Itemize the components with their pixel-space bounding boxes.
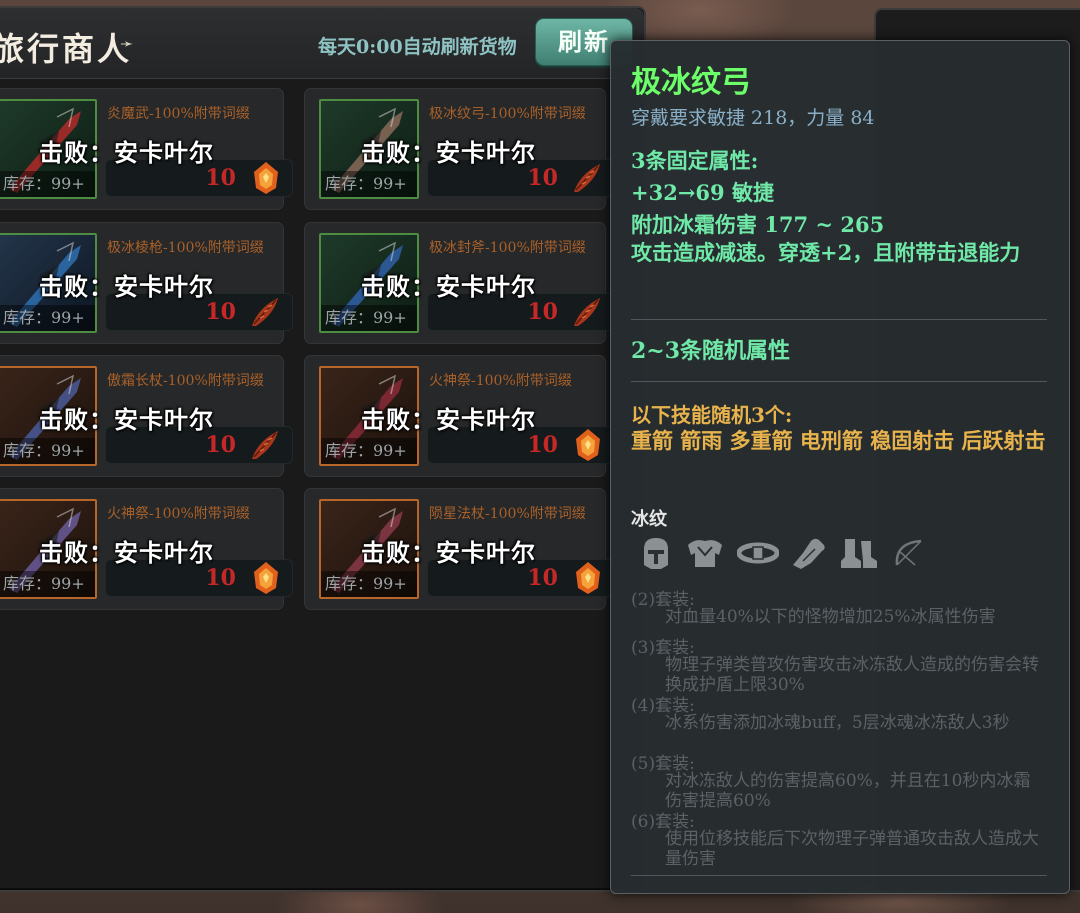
item-name: 极冰纹弓-100%附带词缀	[429, 106, 586, 122]
item-stock: 库存：99+	[0, 438, 95, 464]
item-price: 10	[527, 565, 558, 591]
item-name: 傲霜长杖-100%附带词缀	[107, 373, 264, 389]
fire-gem-icon	[576, 429, 600, 461]
tooltip-item-name: 极冰纹弓	[631, 65, 751, 100]
unlock-condition: 击败：安卡叶尔	[361, 272, 536, 301]
item-stock: 库存：99+	[0, 171, 95, 197]
set-bonus-desc: 对血量40%以下的怪物增加25%冰属性伤害	[665, 607, 996, 627]
random-attr-header: 2~3条随机属性	[631, 338, 791, 364]
item-name: 陨星法杖-100%附带词缀	[429, 506, 586, 522]
item-price: 10	[205, 299, 236, 325]
item-tooltip: 极冰纹弓 穿戴要求敏捷 218，力量 84 3条固定属性: +32→69 敏捷 …	[610, 40, 1070, 894]
item-name: 火神祭-100%附带词缀	[429, 373, 572, 389]
item-price: 10	[205, 565, 236, 591]
red-feather-icon	[252, 298, 278, 326]
set-bonus-desc: 物理子弹类普攻伤害攻击冰冻敌人造成的伤害会转换成护盾上限30%	[665, 655, 1039, 695]
red-feather-icon	[574, 298, 600, 326]
set-bonus-desc: 使用位移技能后下次物理子弹普通攻击敌人造成大量伤害	[665, 829, 1039, 869]
item-stock: 库存：99+	[321, 438, 417, 464]
item-name: 极冰封斧-100%附带词缀	[429, 240, 586, 256]
helmet-icon	[644, 538, 668, 569]
unlock-condition: 击败：安卡叶尔	[39, 272, 214, 301]
unlock-condition: 击败：安卡叶尔	[39, 405, 214, 434]
fixed-attr-3: 攻击造成减速。穿透+2，且附带击退能力	[631, 240, 1021, 265]
set-bonus-desc: 对冰冻敌人的伤害提高60%，并且在10秒内冰霜伤害提高60%	[665, 771, 1031, 811]
fixed-attr-2: 附加冰霜伤害 177 ~ 265	[631, 212, 885, 237]
fixed-attr-1: +32→69 敏捷	[631, 180, 774, 205]
refresh-note: 每天0:00自动刷新货物	[318, 36, 517, 58]
belt-icon	[737, 542, 779, 564]
shop-item-card[interactable]: 库存：99+ 火神祭-100%附带词缀 10 击败：安卡叶尔	[304, 355, 615, 477]
shop-title: 旅行商人	[0, 30, 133, 68]
fire-gem-icon	[576, 562, 600, 594]
glove-icon	[793, 538, 825, 569]
skills-list: 重箭 箭雨 多重箭 电刑箭 稳固射击 后跃射击	[631, 428, 1046, 453]
unlock-condition: 击败：安卡叶尔	[361, 405, 536, 434]
item-stock: 库存：99+	[0, 571, 95, 597]
set-bonus-desc: 冰系伤害添加冰魂buff，5层冰魂冰冻敌人3秒	[665, 713, 1010, 733]
fixed-attr-header: 3条固定属性:	[631, 148, 759, 173]
set-name: 冰纹	[631, 509, 667, 530]
shop-item-card[interactable]: 库存：99+ 傲霜长杖-100%附带词缀 10 击败：安卡叶尔	[0, 355, 293, 477]
shop-item-card[interactable]: 库存：99+ 炎魔武-100%附带词缀 10 击败：安卡叶尔	[0, 88, 293, 210]
item-stock: 库存：99+	[0, 305, 95, 331]
item-price: 10	[527, 432, 558, 458]
fire-gem-icon	[254, 562, 278, 594]
item-price: 10	[527, 165, 558, 191]
shop-header: 旅行商人 ➛ 每天0:00自动刷新货物 刷新	[0, 8, 644, 79]
skills-header: 以下技能随机3个:	[631, 403, 793, 427]
item-name: 炎魔武-100%附带词缀	[107, 106, 250, 122]
shop-item-card[interactable]: 库存：99+ 极冰纹弓-100%附带词缀 10 击败：安卡叶尔	[304, 88, 615, 210]
fire-gem-icon	[254, 162, 278, 194]
item-price: 10	[527, 299, 558, 325]
tooltip-requirement: 穿戴要求敏捷 218，力量 84	[631, 107, 875, 129]
bow-icon	[895, 539, 922, 566]
item-stock: 库存：99+	[321, 171, 417, 197]
unlock-condition: 击败：安卡叶尔	[361, 138, 536, 167]
unlock-condition: 击败：安卡叶尔	[361, 538, 536, 567]
shop-item-card[interactable]: 库存：99+ 极冰封斧-100%附带词缀 10 击败：安卡叶尔	[304, 222, 615, 344]
unlock-condition: 击败：安卡叶尔	[39, 538, 214, 567]
item-price: 10	[205, 165, 236, 191]
item-stock: 库存：99+	[321, 305, 417, 331]
item-name: 极冰棱枪-100%附带词缀	[107, 240, 264, 256]
item-stock: 库存：99+	[321, 571, 417, 597]
shop-item-card[interactable]: 库存：99+ 陨星法杖-100%附带词缀 10 击败：安卡叶尔	[304, 488, 615, 610]
divider	[631, 875, 1047, 876]
red-feather-icon	[574, 164, 600, 192]
shop-item-card[interactable]: 库存：99+ 极冰棱枪-100%附带词缀 10 击败：安卡叶尔	[0, 222, 293, 344]
shop-item-card[interactable]: 库存：99+ 火神祭-100%附带词缀 10 击败：安卡叶尔	[0, 488, 293, 610]
boots-icon	[841, 539, 877, 568]
red-feather-icon	[252, 431, 278, 459]
info-arrow-icon[interactable]: ➛	[120, 34, 133, 53]
item-name: 火神祭-100%附带词缀	[107, 506, 250, 522]
item-price: 10	[205, 432, 236, 458]
divider	[631, 381, 1047, 382]
unlock-condition: 击败：安卡叶尔	[39, 138, 214, 167]
armor-icon	[688, 540, 722, 567]
divider	[631, 319, 1047, 320]
